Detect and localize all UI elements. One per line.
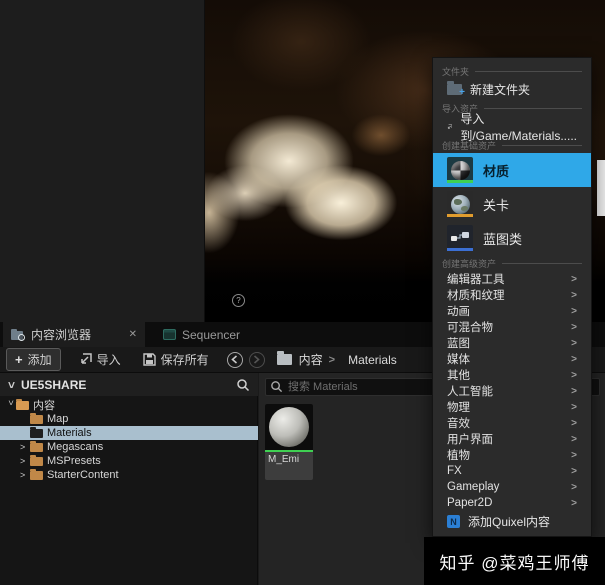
folder-icon [30,412,43,424]
open-folder-icon [16,398,29,410]
chevron-right-icon: > [571,417,577,429]
breadcrumb-separator: > [328,353,336,366]
menu-item-paper2d[interactable]: Paper2D > [433,495,591,511]
material-icon [447,157,473,183]
chevron-right-icon: > [571,353,577,365]
help-icon[interactable]: ? [232,294,245,307]
import-icon [447,123,453,129]
folder-icon [30,454,43,466]
menu-item-blueprints[interactable]: 蓝图 > [433,335,591,351]
blueprint-node-icon [447,225,473,251]
back-arrow-icon [231,355,238,364]
tree-item-map[interactable]: Map [0,412,258,426]
close-icon[interactable]: ✕ [129,329,137,340]
search-icon [271,381,283,393]
folder-icon [30,426,43,438]
forward-button[interactable] [248,351,265,368]
chevron-right-icon: > [571,289,577,301]
tree-item-content[interactable]: > 内容 [0,398,258,412]
menu-item-sounds[interactable]: 音效 > [433,415,591,431]
unreal-editor-window: ? 内容浏览器 ✕ Sequencer + 添加 导入 保存所有 内容 > Ma… [0,0,605,585]
folder-icon [30,468,43,480]
add-button[interactable]: + 添加 [6,348,61,371]
import-icon [80,353,92,364]
back-button[interactable] [226,351,243,368]
sources-header[interactable]: > UE5SHARE [0,373,258,396]
search-icon[interactable] [236,378,250,392]
watermark: 知乎 @菜鸡王师傅 [424,537,605,585]
chevron-right-icon: > [571,465,577,477]
tab-label: 内容浏览器 [31,328,92,342]
tree-item-megascans[interactable]: > Megascans [0,440,258,454]
quixel-icon: N [447,515,460,528]
menu-item-user-interface[interactable]: 用户界面 > [433,431,591,447]
chevron-right-icon: > [571,385,577,397]
menu-item-add-quixel[interactable]: N 添加Quixel内容 [433,511,591,532]
tab-sequencer[interactable]: Sequencer [155,322,248,347]
chevron-right-icon: > [571,449,577,461]
section-folder: 文件夹 [433,63,591,79]
clipped-panel-edge [597,160,605,216]
content-browser-icon [11,328,25,341]
chevron-right-icon: > [571,273,577,285]
tab-content-browser[interactable]: 内容浏览器 ✕ [3,322,145,347]
menu-item-blueprint-class[interactable]: 蓝图类 [433,221,591,255]
menu-item-materials-textures[interactable]: 材质和纹理 > [433,287,591,303]
material-thumbnail [265,404,313,450]
tree-item-mspresets[interactable]: > MSPresets [0,454,258,468]
new-folder-icon [447,81,465,98]
menu-item-physics[interactable]: 物理 > [433,399,591,415]
chevron-right-icon: > [571,401,577,413]
menu-item-gameplay[interactable]: Gameplay > [433,479,591,495]
viewport-left-panel [0,0,205,322]
breadcrumb-current[interactable]: Materials [348,353,397,367]
tree-item-startercontent[interactable]: > StarterContent [0,468,258,482]
import-button[interactable]: 导入 [71,349,129,370]
menu-item-editor-utilities[interactable]: 编辑器工具 > [433,271,591,287]
chevron-right-icon: > [571,337,577,349]
chevron-right-icon[interactable]: > [20,442,30,452]
asset-tile-m-emi[interactable]: M_Emi [265,404,313,480]
add-asset-context-menu: 文件夹 新建文件夹 导入资产 导入到/Game/Materials..... 创… [432,57,592,537]
plus-icon: + [15,352,23,367]
menu-item-animation[interactable]: 动画 > [433,303,591,319]
chevron-down-icon: > [4,380,19,389]
section-create-advanced: 创建高级资产 [433,255,591,271]
breadcrumb-root[interactable]: 内容 [299,351,323,368]
menu-item-media[interactable]: 媒体 > [433,351,591,367]
chevron-right-icon: > [571,497,577,509]
menu-item-material[interactable]: 材质 [433,153,591,187]
tab-label: Sequencer [182,327,241,342]
folder-tree: > 内容 Map Materials > Megascans > MSPrese… [0,398,258,482]
chevron-down-icon[interactable]: > [6,400,16,410]
chevron-right-icon: > [571,433,577,445]
asset-name: M_Emi [268,454,300,465]
menu-item-foliage[interactable]: 植物 > [433,447,591,463]
chevron-right-icon[interactable]: > [20,470,30,480]
menu-item-misc[interactable]: 其他 > [433,367,591,383]
menu-item-fx[interactable]: FX > [433,463,591,479]
folder-icon [30,440,43,452]
menu-item-ai[interactable]: 人工智能 > [433,383,591,399]
menu-item-new-folder[interactable]: 新建文件夹 [433,79,591,100]
chevron-right-icon: > [571,305,577,317]
menu-item-blendables[interactable]: 可混合物 > [433,319,591,335]
level-globe-icon [447,191,473,217]
breadcrumb-folder-icon [276,351,292,365]
forward-arrow-icon [254,355,260,364]
chevron-right-icon: > [571,481,577,493]
save-icon [142,353,156,366]
sequencer-icon [163,329,176,340]
save-all-button[interactable]: 保存所有 [135,349,217,370]
menu-item-level[interactable]: 关卡 [433,187,591,221]
tree-item-materials[interactable]: Materials [0,426,258,440]
chevron-right-icon: > [571,321,577,333]
chevron-right-icon[interactable]: > [20,456,30,466]
menu-item-import-to[interactable]: 导入到/Game/Materials..... [433,112,591,143]
chevron-right-icon: > [571,369,577,381]
sphere-preview [269,407,309,447]
sources-title: UE5SHARE [21,377,87,392]
